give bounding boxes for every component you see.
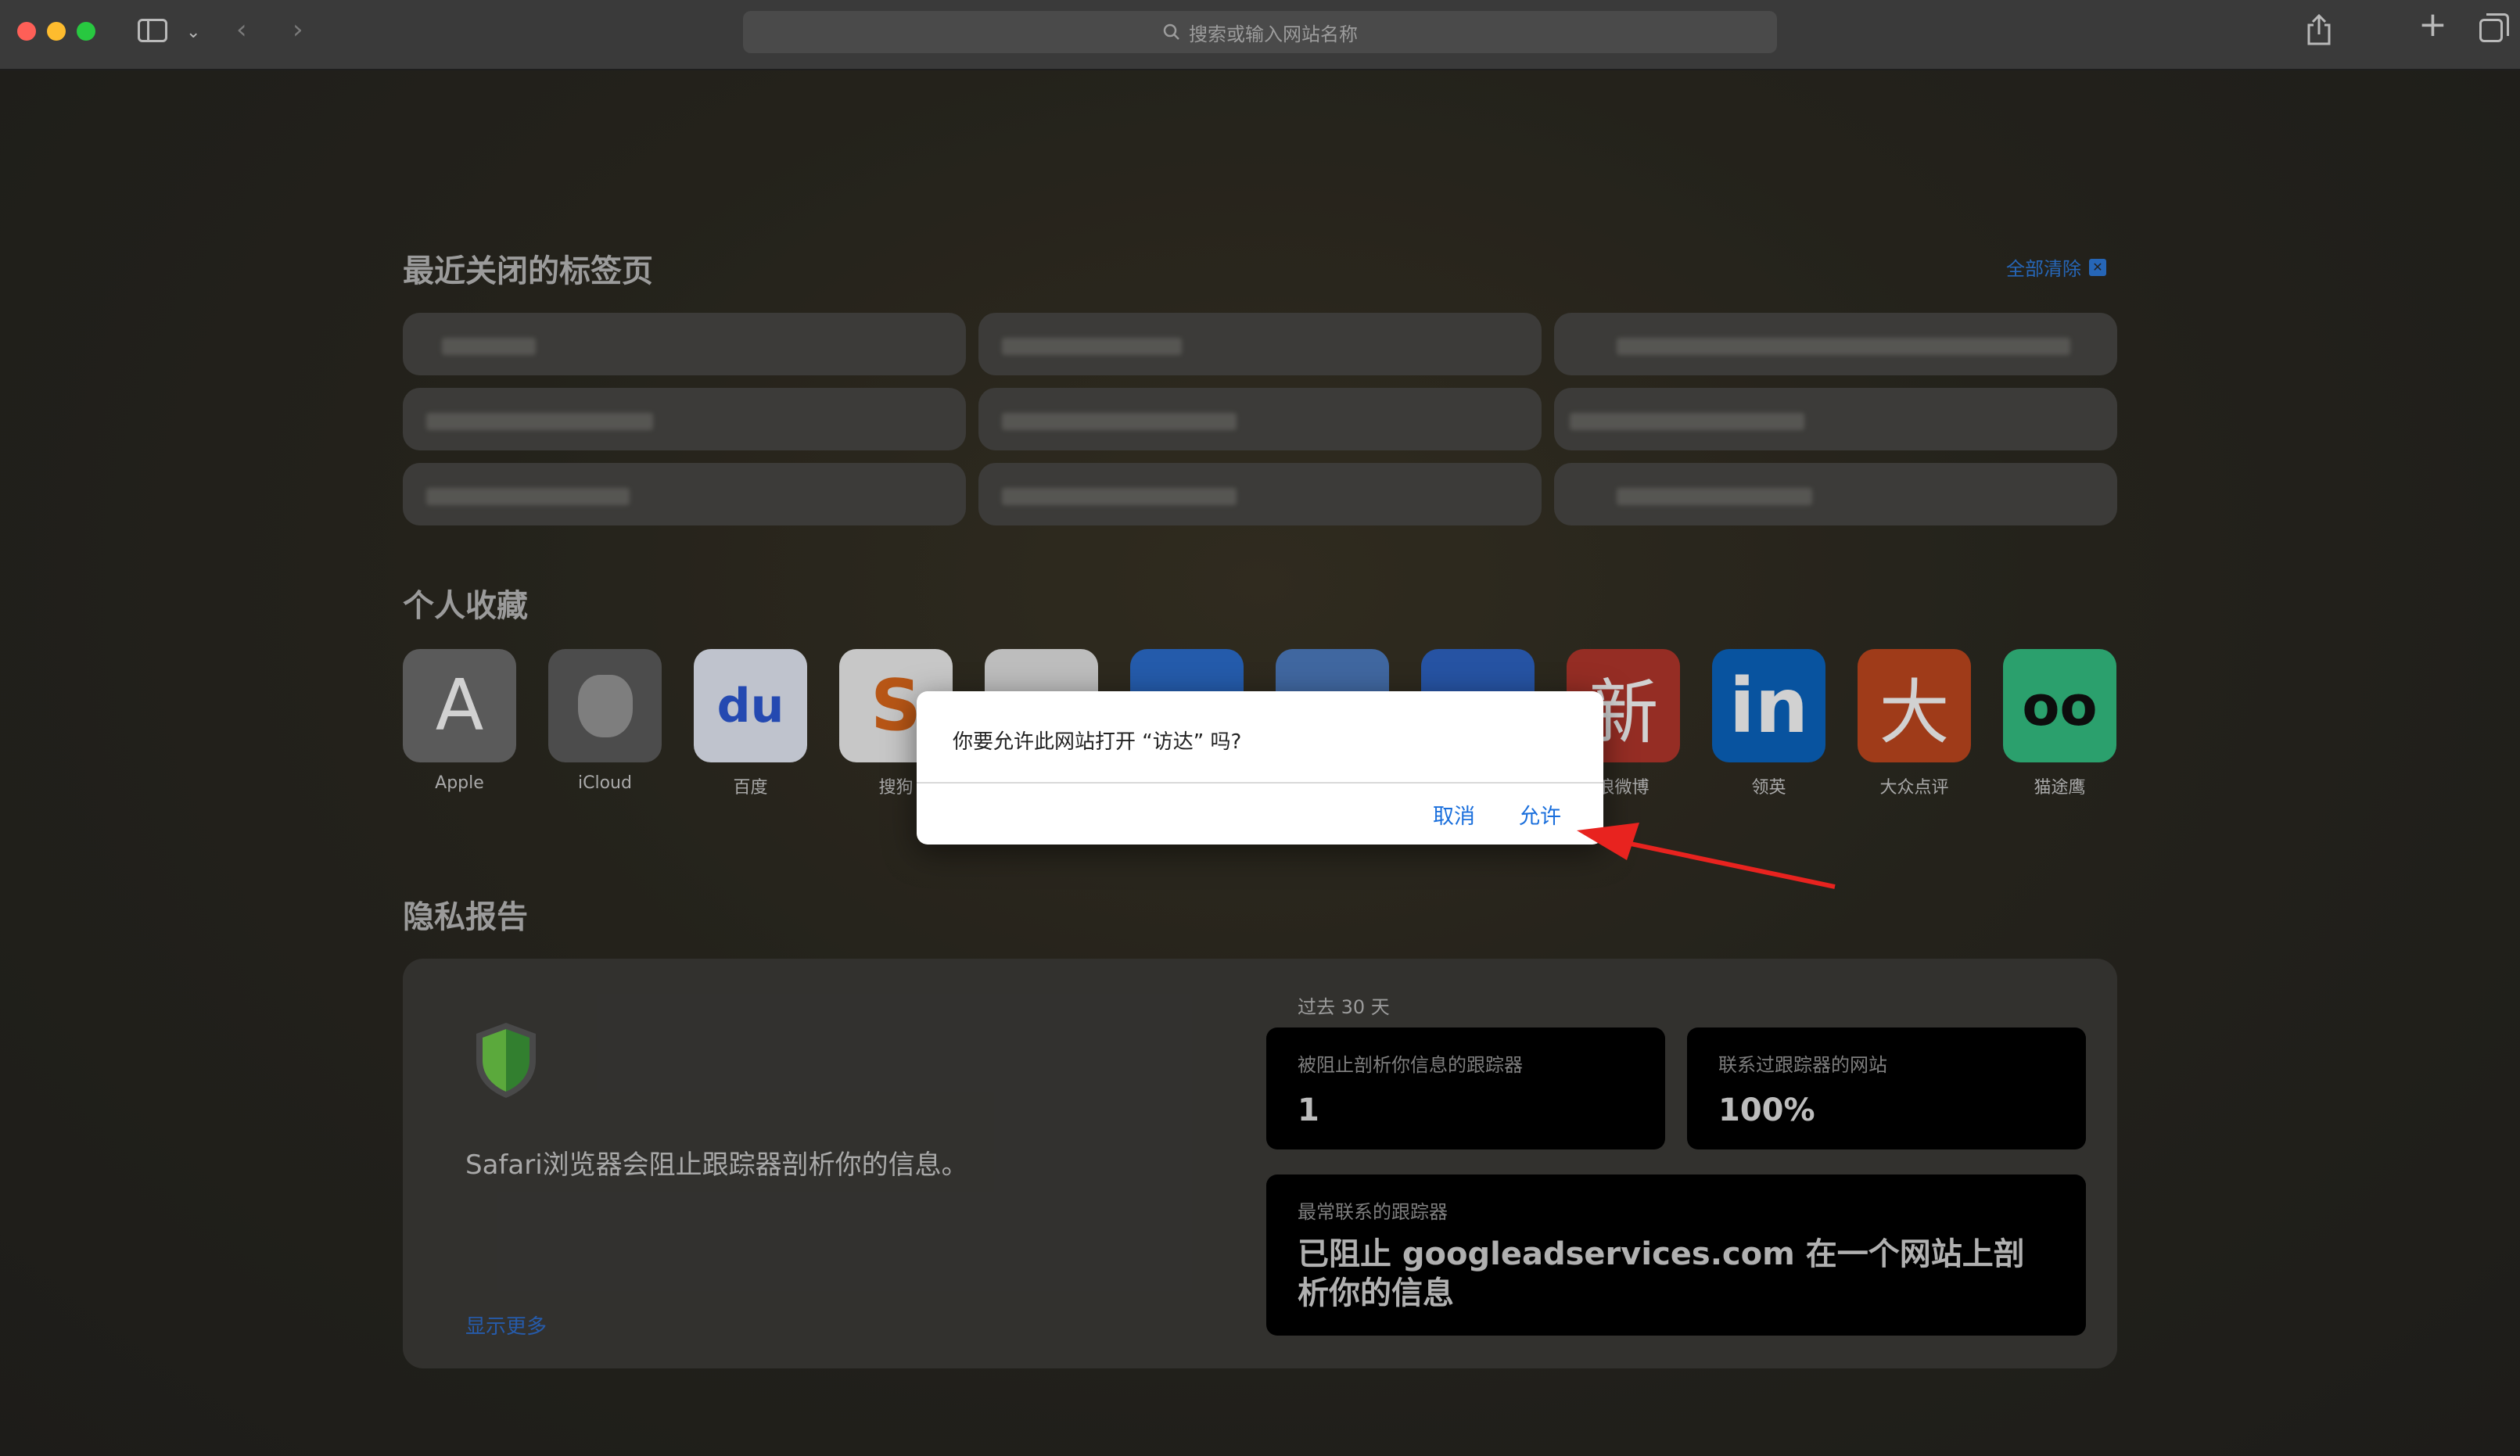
minimize-window-button[interactable] [47, 22, 66, 41]
sidebar-icon[interactable] [138, 19, 167, 42]
chevron-down-icon[interactable]: ⌄ [186, 17, 200, 48]
close-window-button[interactable] [17, 22, 36, 41]
back-icon[interactable]: ‹ [236, 14, 247, 45]
browser-toolbar: ⌄ ‹ › 搜索或输入网站名称 + [0, 0, 2520, 70]
dialog-message: 你要允许此网站打开 “访达” 吗? [953, 730, 1242, 754]
forward-icon[interactable]: › [293, 14, 303, 45]
maximize-window-button[interactable] [77, 22, 95, 41]
open-app-dialog: 你要允许此网站打开 “访达” 吗? 取消 允许 [917, 691, 1603, 845]
cancel-button[interactable]: 取消 [1433, 799, 1475, 830]
share-icon[interactable] [2306, 13, 2332, 52]
address-bar[interactable]: 搜索或输入网站名称 [743, 11, 1777, 53]
search-icon [1163, 23, 1179, 40]
tab-overview-icon[interactable] [2479, 13, 2509, 42]
address-placeholder: 搜索或输入网站名称 [1189, 23, 1358, 45]
dialog-divider [917, 782, 1603, 784]
new-tab-icon[interactable]: + [2418, 8, 2447, 42]
allow-button[interactable]: 允许 [1519, 799, 1561, 830]
